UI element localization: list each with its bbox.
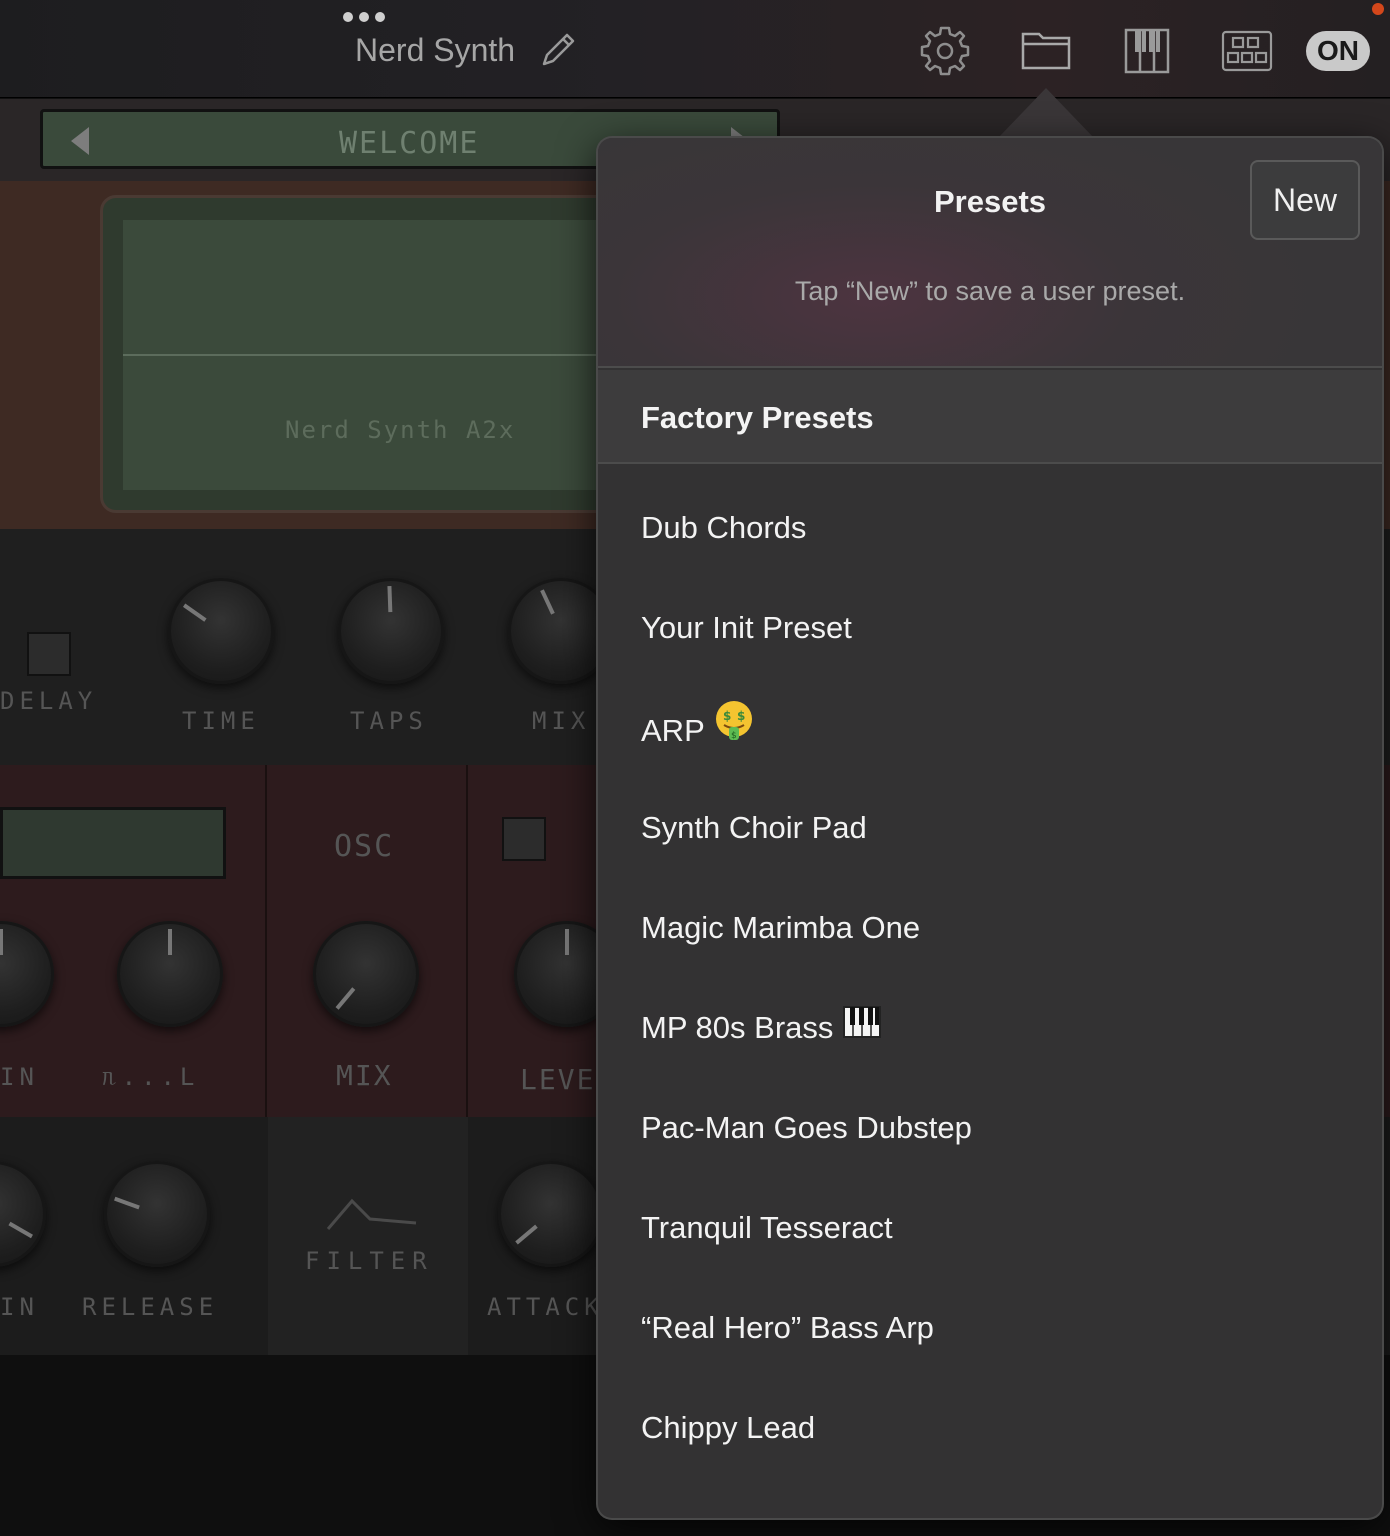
grid-icon[interactable] <box>1220 24 1274 78</box>
prev-preset-arrow-icon[interactable] <box>71 127 89 155</box>
piano-keys-icon <box>843 1006 882 1038</box>
preset-label: Synth Choir Pad <box>641 810 867 845</box>
time-knob[interactable] <box>168 578 274 684</box>
app-title: Nerd Synth <box>355 32 516 68</box>
preset-label: Magic Marimba One <box>641 910 921 945</box>
presets-hint: Tap “New” to save a user preset. <box>794 276 1186 306</box>
attack-label: ATTACK <box>487 1293 604 1321</box>
filter-panel <box>268 1117 468 1355</box>
waveshape-knob[interactable] <box>117 921 223 1027</box>
scope-baseline <box>123 354 643 356</box>
factory-presets-title: Factory Presets <box>641 400 874 435</box>
top-bar: Nerd Synth ON <box>0 0 1390 98</box>
preset-item-mp-80s-brass[interactable]: MP 80s Brass <box>598 966 1382 1066</box>
preset-label: Pac-Man Goes Dubstep <box>641 1110 972 1145</box>
presets-popover: Presets New Tap “New” to save a user pre… <box>598 138 1382 1518</box>
preset-item-tranquil-tesseract[interactable]: Tranquil Tesseract <box>598 1166 1382 1266</box>
osc-label: OSC <box>334 829 395 864</box>
taps-label: TAPS <box>350 707 428 735</box>
preset-label: Chippy Lead <box>641 1410 816 1445</box>
record-indicator <box>1372 3 1384 15</box>
svg-text:$: $ <box>737 709 745 723</box>
delay-toggle[interactable] <box>27 632 71 676</box>
svg-text:$: $ <box>723 709 731 723</box>
preset-lcd-text: WELCOME <box>339 126 480 161</box>
section-divider <box>466 765 468 1117</box>
presets-header: Presets New Tap “New” to save a user pre… <box>598 138 1382 368</box>
gain-label-osc: IN <box>0 1063 39 1091</box>
scope-screen-frame: Nerd Synth A2x <box>100 195 660 513</box>
preset-item-your-init-preset[interactable]: Your Init Preset <box>598 566 1382 666</box>
preset-item-synth-choir-pad[interactable]: Synth Choir Pad <box>598 766 1382 866</box>
scope-screen: Nerd Synth A2x <box>123 220 643 490</box>
preset-list: Dub Chords Your Init Preset ARP $ $ $ Sy… <box>598 466 1382 1466</box>
taps-knob[interactable] <box>338 578 444 684</box>
preset-item-chippy-lead[interactable]: Chippy Lead <box>598 1366 1382 1466</box>
gear-icon[interactable] <box>918 24 972 78</box>
gain-label-env: IN <box>0 1293 39 1321</box>
mix-label-delay: MIX <box>532 707 591 735</box>
level-toggle[interactable] <box>502 817 546 861</box>
piano-keys-icon[interactable] <box>1120 24 1174 78</box>
preset-item-dub-chords[interactable]: Dub Chords <box>598 466 1382 566</box>
preset-label: Tranquil Tesseract <box>641 1210 893 1245</box>
factory-presets-header: Factory Presets <box>598 370 1382 464</box>
section-divider <box>265 765 267 1117</box>
preset-item-real-hero-bass-arp[interactable]: “Real Hero” Bass Arp <box>598 1266 1382 1366</box>
attack-knob[interactable] <box>498 1161 604 1267</box>
preset-label: Dub Chords <box>641 510 807 545</box>
waveform-display[interactable] <box>0 807 226 879</box>
delay-label: DELAY <box>0 687 98 715</box>
preset-label: ARP <box>641 713 705 748</box>
preset-item-arp[interactable]: ARP $ $ $ <box>598 666 1382 766</box>
new-preset-button[interactable]: New <box>1250 160 1360 240</box>
preset-label: Your Init Preset <box>641 610 852 645</box>
folder-icon[interactable] <box>1019 24 1073 78</box>
time-label: TIME <box>182 707 260 735</box>
svg-text:$: $ <box>731 731 737 741</box>
filter-curve-icon <box>326 1198 417 1230</box>
power-on-toggle[interactable]: ON <box>1306 31 1370 71</box>
more-dots-icon[interactable] <box>343 12 389 26</box>
preset-item-magic-marimba-one[interactable]: Magic Marimba One <box>598 866 1382 966</box>
pencil-icon[interactable] <box>536 28 580 72</box>
waveshape-label: ᥰ...ᒪ <box>102 1063 199 1091</box>
money-mouth-face-icon: $ $ $ <box>715 701 752 741</box>
scope-screen-text: Nerd Synth A2x <box>285 416 516 444</box>
release-label: RELEASE <box>82 1293 219 1321</box>
filter-label: FILTER <box>305 1247 434 1275</box>
mix-knob-osc[interactable] <box>313 921 419 1027</box>
preset-label: “Real Hero” Bass Arp <box>641 1310 934 1345</box>
preset-item-pac-man-goes-dubstep[interactable]: Pac-Man Goes Dubstep <box>598 1066 1382 1166</box>
mix-label-osc: MIX <box>336 1059 393 1092</box>
release-knob[interactable] <box>104 1161 210 1267</box>
preset-label: MP 80s Brass <box>641 1010 834 1045</box>
popover-arrow <box>998 88 1094 138</box>
